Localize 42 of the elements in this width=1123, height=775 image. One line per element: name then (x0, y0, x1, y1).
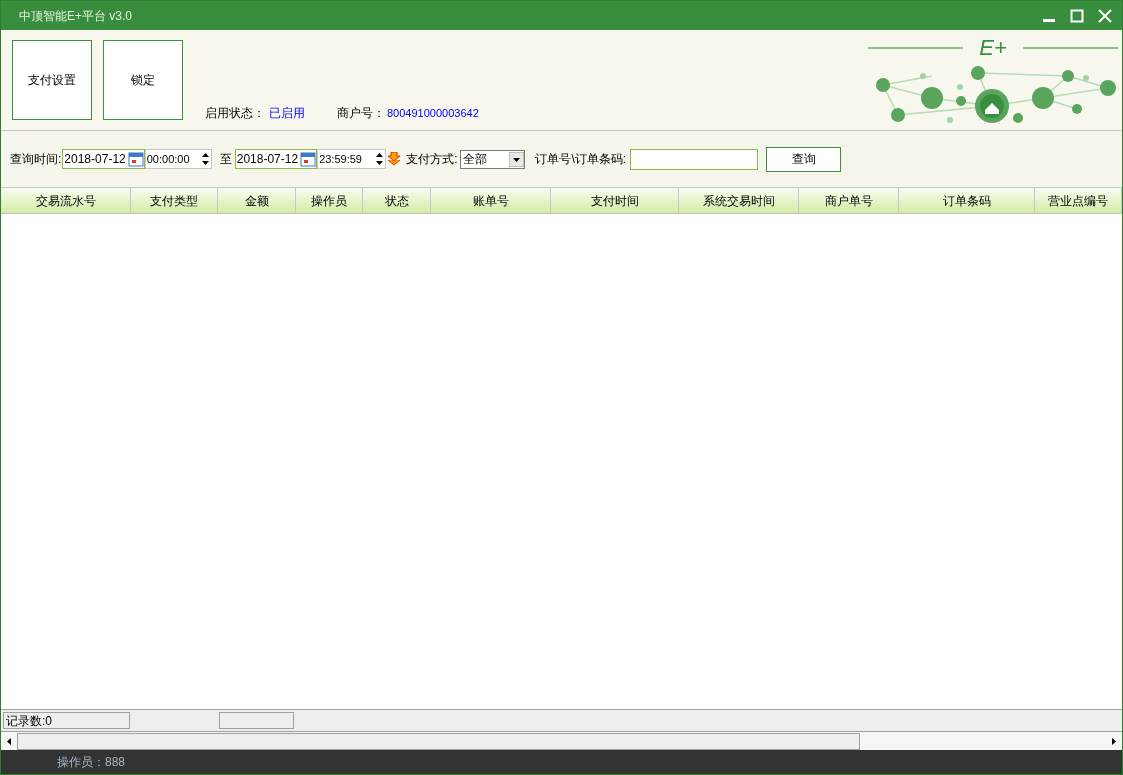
order-number-label: 订单号\订单条码: (535, 151, 627, 168)
query-button[interactable]: 查询 (766, 146, 842, 172)
toolbar-button[interactable]: 锁定 (103, 40, 183, 120)
pay-method-label: 支付方式: (406, 151, 458, 168)
query-time-label: 查询时间: (10, 151, 62, 168)
column-header[interactable]: 支付时间 (551, 188, 679, 213)
column-header[interactable]: 账单号 (431, 188, 551, 213)
horizontal-scrollbar[interactable] (1, 731, 1122, 750)
scrollbar-thumb[interactable] (17, 732, 860, 750)
status-label: 启用状态： (205, 105, 265, 122)
calendar-icon[interactable] (127, 151, 144, 167)
column-header[interactable]: 操作员 (296, 188, 363, 213)
dropdown-caret-icon[interactable] (509, 151, 525, 167)
column-header[interactable]: 金额 (218, 188, 296, 213)
pay-method-dropdown[interactable]: 全部 (460, 149, 526, 169)
spinner-icon[interactable] (375, 152, 385, 166)
merchant-label: 商户号： (337, 105, 385, 122)
calendar-icon[interactable] (300, 151, 317, 167)
start-time-field[interactable]: 00:00:00 (144, 149, 212, 169)
maximize-icon[interactable] (1070, 8, 1084, 23)
window-title: 中顶智能E+平台 v3.0 (19, 7, 133, 25)
start-date-field[interactable]: 2018-07-12 (62, 149, 145, 169)
merchant-value: 800491000003642 (387, 105, 479, 121)
column-header[interactable]: 交易流水号 (1, 188, 131, 213)
end-date-field[interactable]: 2018-07-12 (234, 149, 318, 169)
column-header[interactable]: 支付类型 (131, 188, 218, 213)
column-header[interactable]: 订单条码 (899, 188, 1035, 213)
end-time-field[interactable]: 23:59:59 (317, 149, 387, 169)
column-header[interactable]: 状态 (363, 188, 431, 213)
down-arrow-icon[interactable] (388, 152, 401, 166)
column-header[interactable]: 系统交易时间 (679, 188, 799, 213)
order-number-field[interactable] (630, 148, 759, 170)
close-icon[interactable] (1098, 8, 1112, 23)
toolbar-button[interactable]: 支付设置 (12, 40, 92, 120)
column-header[interactable]: 商户单号 (799, 188, 899, 213)
record-count: 记录数:0 (3, 712, 130, 729)
to-label: 至 (219, 151, 232, 168)
spinner-icon[interactable] (200, 152, 210, 166)
column-header[interactable]: 营业点编号 (1035, 188, 1122, 213)
operator-label: 操作员：888 (57, 754, 126, 771)
status-value: 已启用 (269, 105, 305, 122)
network-logo-drawing: E+ (868, 34, 1118, 126)
